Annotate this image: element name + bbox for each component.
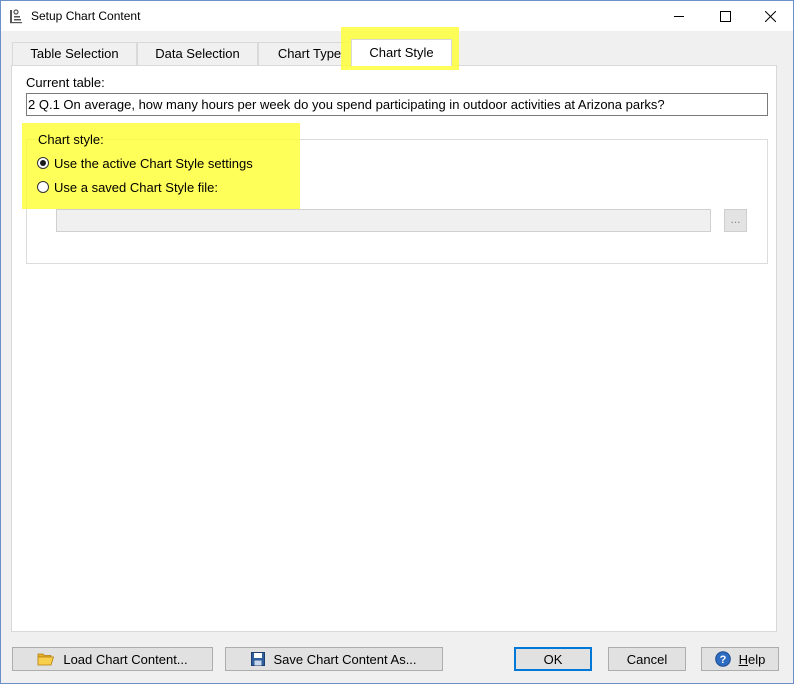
save-chart-content-label: Save Chart Content As... — [273, 651, 417, 667]
help-icon: ? — [714, 651, 731, 667]
chart-settings-icon — [9, 8, 23, 24]
save-chart-content-button[interactable]: Save Chart Content As... — [225, 647, 443, 671]
cancel-button[interactable]: Cancel — [608, 647, 686, 671]
ok-button[interactable]: OK — [514, 647, 592, 671]
current-table-label: Current table: — [26, 75, 105, 90]
ok-label: OK — [543, 651, 563, 667]
close-icon — [764, 10, 776, 22]
minimize-icon — [674, 11, 684, 21]
chart-style-group-label: Chart style: — [38, 132, 104, 147]
maximize-button[interactable] — [702, 1, 748, 31]
help-button[interactable]: ? Help — [701, 647, 779, 671]
tab-data-selection[interactable]: Data Selection — [137, 42, 258, 65]
close-button[interactable] — [747, 1, 793, 31]
tab-chart-style[interactable]: Chart Style — [351, 39, 452, 66]
radio-active-chart-style-label: Use the active Chart Style settings — [54, 155, 253, 171]
radio-active-chart-style[interactable]: Use the active Chart Style settings — [37, 154, 253, 172]
chart-style-file-field — [56, 209, 711, 232]
radio-button-checked[interactable] — [37, 157, 49, 169]
radio-saved-chart-style[interactable]: Use a saved Chart Style file: — [37, 178, 218, 196]
current-table-field[interactable]: 2 Q.1 On average, how many hours per wee… — [26, 93, 768, 116]
load-chart-content-label: Load Chart Content... — [63, 651, 188, 667]
window-title: Setup Chart Content — [31, 9, 141, 23]
folder-open-icon — [37, 652, 55, 666]
browse-button: ... — [724, 209, 747, 232]
maximize-icon — [719, 10, 731, 22]
save-disk-icon — [251, 652, 266, 666]
radio-saved-chart-style-label: Use a saved Chart Style file: — [54, 179, 219, 195]
help-label: Help — [738, 651, 766, 667]
load-chart-content-button[interactable]: Load Chart Content... — [12, 647, 213, 671]
radio-button-unchecked[interactable] — [37, 181, 49, 193]
svg-text:?: ? — [719, 654, 726, 666]
minimize-button[interactable] — [656, 1, 702, 31]
tab-table-selection[interactable]: Table Selection — [12, 42, 137, 65]
cancel-label: Cancel — [626, 651, 668, 667]
